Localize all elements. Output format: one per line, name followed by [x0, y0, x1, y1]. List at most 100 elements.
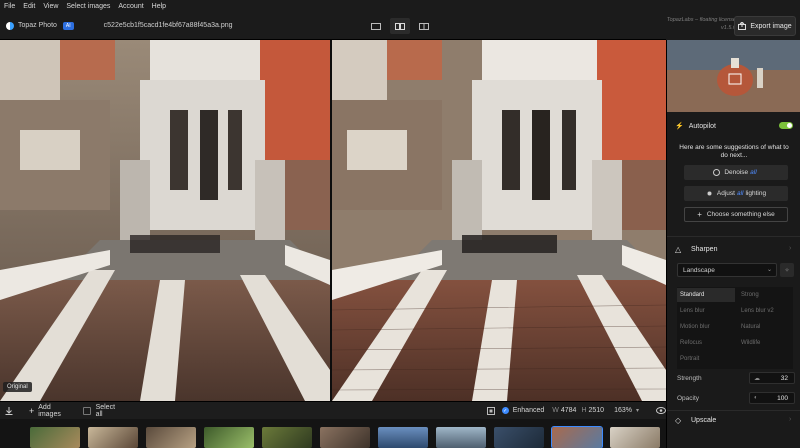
preview-toggle-button[interactable] [656, 407, 666, 414]
model-portrait[interactable]: Portrait [677, 352, 702, 366]
model-wildlife[interactable]: Wildlife [738, 336, 763, 350]
lightning-icon: ⚡ [675, 123, 684, 130]
app-name: Topaz Photo [18, 22, 57, 29]
sharpen-header[interactable]: △ Sharpen › [667, 245, 800, 257]
model-natural[interactable]: Natural [738, 320, 763, 334]
model-lens-blur[interactable]: Lens blur [677, 304, 708, 318]
autopilot-row: ⚡ Autopilot [667, 120, 800, 132]
side-by-side-icon [395, 22, 405, 30]
thumbnail[interactable] [610, 427, 660, 448]
toolbar: Topaz Photo AI c522e5cb1f5cacd1fe4bf67a8… [0, 12, 666, 40]
enhanced-photo [332, 40, 666, 401]
denoise-prefix: Denoise [724, 169, 749, 176]
bottom-bar: + Add images Select all ✓ Enhanced W 478… [0, 401, 666, 419]
menu-file[interactable]: File [4, 3, 15, 10]
thumbnail[interactable] [88, 427, 138, 448]
thumbnail[interactable] [320, 427, 370, 448]
collapse-strip-button[interactable] [5, 406, 13, 415]
menu-help[interactable]: Help [152, 3, 166, 10]
menu-select-images[interactable]: Select images [66, 3, 110, 10]
zoom-value: 163% [614, 407, 632, 414]
thumbnail[interactable] [494, 427, 544, 448]
thumbnail[interactable] [436, 427, 486, 448]
thumbnail-selected[interactable] [551, 426, 603, 448]
header-right: TopazLabs – floating license v1.5.0 Expo… [666, 12, 800, 40]
split-view-icon [419, 22, 429, 30]
export-label: Export image [750, 22, 792, 30]
navigator-thumbnail [667, 40, 800, 112]
sharpen-title: Sharpen [691, 246, 718, 253]
thumbnail[interactable] [146, 427, 196, 448]
adjust-emph: all [736, 190, 744, 197]
single-view-button[interactable] [366, 18, 386, 34]
export-image-button[interactable]: Export image [734, 16, 796, 36]
model-motion-blur[interactable]: Motion blur [677, 320, 713, 334]
export-icon [738, 22, 747, 30]
width-value: 4784 [560, 407, 577, 414]
width-label: W [552, 407, 559, 414]
strength-icon: ☁ [754, 376, 760, 382]
fit-view-button[interactable] [486, 406, 495, 415]
right-panel: ⚡ Autopilot Here are some suggestions of… [666, 40, 800, 448]
strength-input[interactable]: ☁ 32 [749, 372, 795, 384]
model-standard[interactable]: Standard [677, 288, 735, 302]
menu-account[interactable]: Account [118, 3, 143, 10]
sharpen-model-grid: Standard Strong Lens blur Lens blur v2 M… [677, 287, 793, 369]
dimensions: W 4784 H 2510 [552, 407, 604, 414]
denoise-icon [713, 169, 721, 176]
thumbnail[interactable] [30, 427, 80, 448]
model-lens-blur-v2[interactable]: Lens blur v2 [738, 304, 777, 318]
opacity-value: 100 [777, 394, 788, 402]
original-label: Original [3, 382, 32, 392]
side-by-side-view-button[interactable] [390, 18, 410, 34]
add-images-button[interactable]: + Add images [29, 404, 69, 418]
section-divider [667, 410, 800, 411]
choose-something-else-button[interactable]: + Choose something else [684, 207, 788, 222]
thumbnail-strip [0, 419, 666, 448]
app-brand: Topaz Photo AI [6, 21, 74, 30]
add-images-label: Add images [38, 403, 61, 418]
preset-value: Landscape [683, 266, 715, 274]
preset-tools-button[interactable]: ✧ [780, 263, 794, 277]
thumbnail[interactable] [378, 427, 428, 448]
select-all-checkbox[interactable] [83, 406, 91, 415]
thumbnail[interactable] [262, 427, 312, 448]
plus-icon: + [697, 210, 702, 219]
suggestions-text: Here are some suggestions of what to do … [679, 144, 789, 159]
adjust-lighting-suggestion-button[interactable]: Adjust all lighting [684, 186, 788, 201]
wand-icon: ✧ [784, 267, 790, 274]
enhanced-image-pane[interactable] [332, 40, 666, 401]
split-view-button[interactable] [414, 18, 434, 34]
original-image-pane[interactable] [0, 40, 330, 401]
autopilot-toggle[interactable] [779, 122, 793, 129]
strength-row: Strength ☁ 32 [677, 372, 795, 384]
upscale-header[interactable]: ◇ Upscale › [667, 416, 800, 428]
upscale-icon: ◇ [675, 416, 682, 425]
select-all-control[interactable]: Select all [83, 404, 119, 418]
original-photo [0, 40, 330, 401]
lighting-icon [707, 191, 712, 196]
plus-icon: + [29, 405, 35, 416]
view-mode-switcher [366, 18, 438, 34]
zoom-dropdown[interactable]: 163% ▾ [614, 407, 639, 414]
menu-edit[interactable]: Edit [23, 3, 35, 10]
navigator-preview[interactable] [667, 40, 800, 112]
model-strong[interactable]: Strong [738, 288, 762, 302]
sharpen-preset-dropdown[interactable]: Landscape ⌄ [677, 263, 777, 277]
height-value: 2510 [588, 407, 605, 414]
version-text: v1.5.0 [721, 25, 736, 31]
thumbnail[interactable] [204, 427, 254, 448]
chevron-down-icon: ⌄ [766, 267, 772, 273]
model-refocus[interactable]: Refocus [677, 336, 705, 350]
menu-view[interactable]: View [43, 3, 58, 10]
enhanced-toggle[interactable]: ✓ Enhanced [501, 407, 544, 414]
strength-value: 32 [780, 374, 788, 382]
enhanced-check-icon: ✓ [501, 407, 509, 414]
choose-label: Choose something else [706, 211, 775, 218]
autopilot-label: Autopilot [688, 122, 716, 130]
opacity-row: Opacity ◐ 100 [677, 392, 795, 404]
denoise-suggestion-button[interactable]: Denoise all [684, 165, 788, 180]
fit-to-screen-icon [486, 406, 495, 415]
opacity-input[interactable]: ◐ 100 [749, 392, 795, 404]
denoise-emph: all [750, 169, 757, 176]
